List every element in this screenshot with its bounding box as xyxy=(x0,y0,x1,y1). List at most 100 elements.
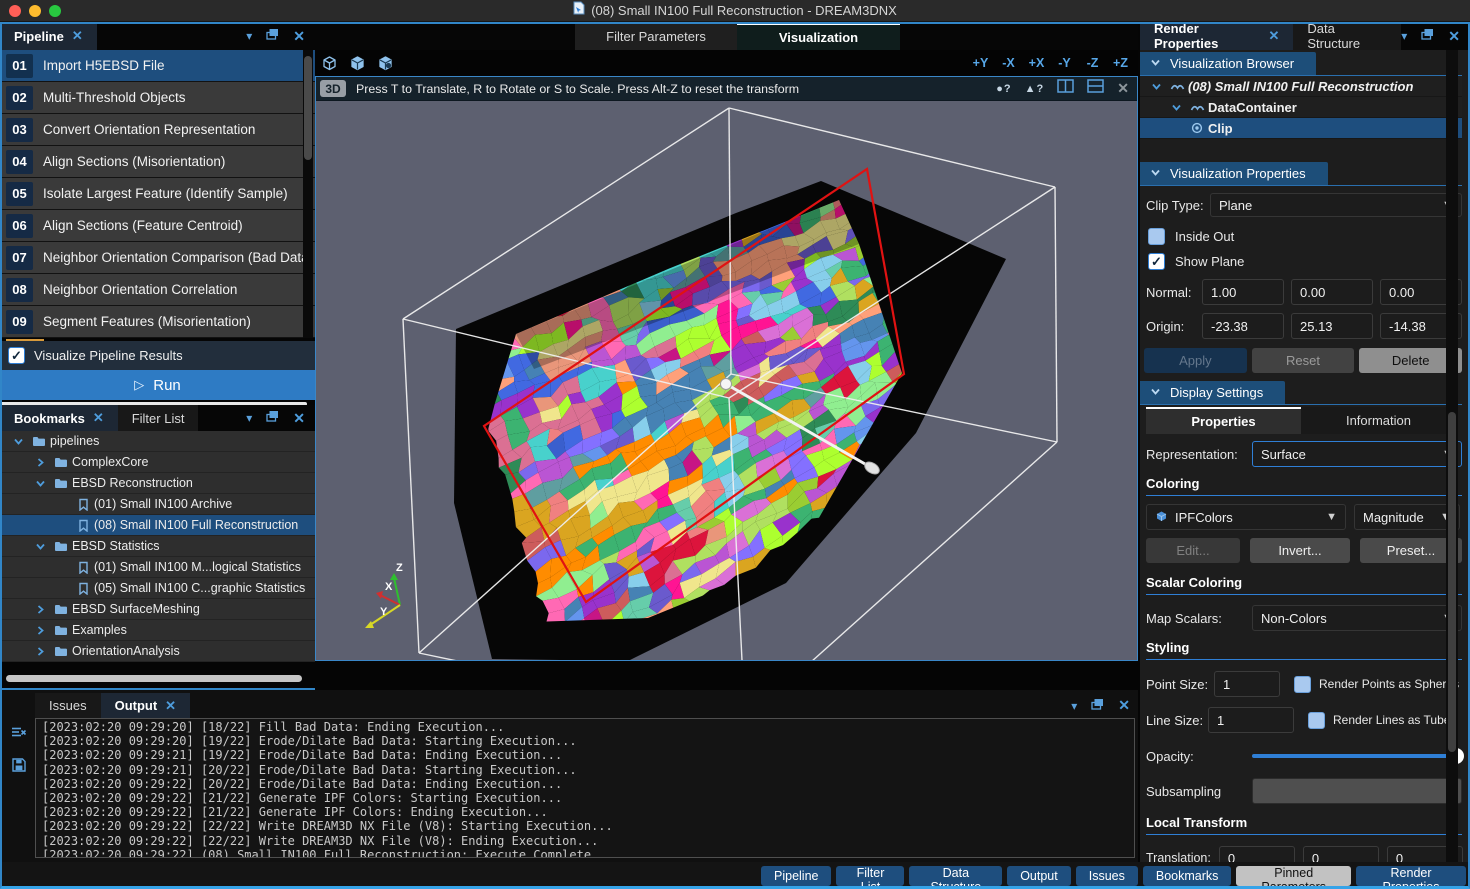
camera-plusy-button[interactable]: +Y xyxy=(971,56,990,70)
point-picking-help-icon[interactable]: ●? xyxy=(996,83,1011,95)
tab-filter-list[interactable]: Filter List xyxy=(118,405,199,431)
panel-float-icon[interactable] xyxy=(266,409,279,427)
close-tab-icon[interactable]: ✕ xyxy=(93,410,104,426)
window-close-button[interactable] xyxy=(9,5,21,17)
camera-fit-icon[interactable] xyxy=(343,54,371,72)
tree-bookmark-row[interactable]: (05) Small IN100 C...graphic Statistics xyxy=(0,578,315,599)
tab-bookmarks[interactable]: Bookmarks ✕ xyxy=(0,405,118,431)
point-size-field[interactable] xyxy=(1214,671,1280,697)
render-points-spheres-checkbox[interactable] xyxy=(1294,676,1311,693)
color-array-dropdown[interactable]: IPFColors ▼ xyxy=(1146,504,1346,530)
pipeline-step[interactable]: 02Multi-Threshold Objects xyxy=(0,82,315,114)
clip-type-dropdown[interactable]: Plane ▼ xyxy=(1210,193,1462,217)
render-lines-tubes-checkbox[interactable] xyxy=(1308,712,1325,729)
pipeline-step[interactable]: 05Isolate Largest Feature (Identify Samp… xyxy=(0,178,315,210)
toggle-data-structure-button[interactable]: Data Structure xyxy=(909,866,1002,886)
toggle-issues-button[interactable]: Issues xyxy=(1076,866,1138,886)
tree-folder-row[interactable]: EBSD Statistics xyxy=(0,536,315,557)
subsampling-spinner[interactable]: ▲ ▼ xyxy=(1252,778,1462,804)
tree-bookmark-row[interactable]: (08) Small IN100 Full Reconstruction xyxy=(0,515,315,536)
translation-x-field[interactable] xyxy=(1219,846,1295,862)
panel-float-icon[interactable] xyxy=(266,27,279,45)
tree-bookmark-row[interactable]: (01) Small IN100 M...logical Statistics xyxy=(0,557,315,578)
panel-menu-icon[interactable]: ▾ xyxy=(246,411,252,425)
tab-render-properties[interactable]: Render Properties ✕ xyxy=(1140,22,1293,50)
panel-float-icon[interactable] xyxy=(1421,27,1434,45)
chevron-down-icon[interactable] xyxy=(30,541,50,552)
opacity-slider[interactable] xyxy=(1252,748,1462,764)
camera-reset-icon[interactable] xyxy=(315,54,343,72)
camera-rotate-icon[interactable] xyxy=(371,54,399,72)
visualize-pipeline-results-row[interactable]: ✓ Visualize Pipeline Results xyxy=(0,341,315,370)
panel-menu-icon[interactable]: ▾ xyxy=(1401,29,1407,43)
browser-tree-row[interactable]: DataContainer xyxy=(1140,97,1462,118)
toggle-pipeline-button[interactable]: Pipeline xyxy=(761,866,831,886)
pipeline-step[interactable]: 03Convert Orientation Representation xyxy=(0,114,315,146)
split-horizontal-icon[interactable] xyxy=(1087,79,1104,98)
tab-issues[interactable]: Issues xyxy=(35,693,101,718)
origin-x-field[interactable] xyxy=(1202,313,1284,339)
camera-plusz-button[interactable]: +Z xyxy=(1111,56,1130,70)
eye-visible-icon[interactable] xyxy=(1186,122,1208,134)
apply-button[interactable]: Apply xyxy=(1144,348,1247,373)
line-size-field[interactable] xyxy=(1208,707,1294,733)
render-panel-scrollbar[interactable] xyxy=(1446,50,1458,862)
toggle-render-properties-button[interactable]: Render Properties xyxy=(1356,866,1466,886)
translation-y-field[interactable] xyxy=(1303,846,1379,862)
tab-filter-parameters[interactable]: Filter Parameters xyxy=(575,22,737,50)
browser-tree-row[interactable]: Clip xyxy=(1140,118,1462,139)
tab-display-information[interactable]: Information xyxy=(1301,407,1456,434)
chevron-down-icon[interactable] xyxy=(30,478,50,489)
tab-pipeline[interactable]: Pipeline ✕ xyxy=(0,22,97,50)
pipeline-step[interactable]: 01Import H5EBSD File xyxy=(0,50,315,82)
camera-plusx-button[interactable]: +X xyxy=(1027,56,1046,70)
tab-visualization[interactable]: Visualization xyxy=(737,22,900,50)
representation-dropdown[interactable]: Surface ▼ xyxy=(1252,441,1462,467)
pipeline-step[interactable]: 08Neighbor Orientation Correlation xyxy=(0,274,315,306)
render-viewport[interactable]: Z X Y xyxy=(316,101,1137,660)
normal-x-field[interactable] xyxy=(1202,279,1284,305)
chevron-down-icon[interactable] xyxy=(8,436,28,447)
output-console[interactable]: [2023:02:20 09:29:20] [18/22] Fill Bad D… xyxy=(35,718,1135,858)
chevron-right-icon[interactable] xyxy=(30,625,50,636)
tree-folder-row[interactable]: EBSD Reconstruction xyxy=(0,473,315,494)
pipeline-step[interactable]: 06Align Sections (Feature Centroid) xyxy=(0,210,315,242)
chevron-right-icon[interactable] xyxy=(30,604,50,615)
tree-bookmark-row[interactable]: (01) Small IN100 Archive xyxy=(0,494,315,515)
visualization-browser-header[interactable]: Visualization Browser xyxy=(1140,52,1462,76)
display-settings-header[interactable]: Display Settings xyxy=(1140,381,1462,405)
chevron-right-icon[interactable] xyxy=(30,457,50,468)
camera-minusy-button[interactable]: -Y xyxy=(1055,56,1074,70)
tree-folder-row[interactable]: Examples xyxy=(0,620,315,641)
toggle-output-button[interactable]: Output xyxy=(1007,866,1071,886)
run-button[interactable]: ▷ Run xyxy=(0,370,315,400)
toggle-filter-list-button[interactable]: Filter List xyxy=(836,866,904,886)
close-tab-icon[interactable]: ✕ xyxy=(1268,28,1279,44)
cell-picking-help-icon[interactable]: ▲? xyxy=(1025,83,1045,95)
toggle-bookmarks-button[interactable]: Bookmarks xyxy=(1143,866,1232,886)
camera-minusx-button[interactable]: -X xyxy=(999,56,1018,70)
reset-button[interactable]: Reset xyxy=(1252,348,1355,373)
invert-colors-button[interactable]: Invert... xyxy=(1250,538,1350,563)
panel-close-icon[interactable]: ✕ xyxy=(293,28,305,45)
pipeline-scrollbar[interactable] xyxy=(303,50,313,338)
normal-y-field[interactable] xyxy=(1291,279,1373,305)
panel-close-icon[interactable]: ✕ xyxy=(293,410,305,427)
tree-folder-row[interactable]: OrientationAnalysis xyxy=(0,641,315,662)
tab-output[interactable]: Output ✕ xyxy=(101,693,191,718)
clear-output-icon[interactable] xyxy=(11,726,27,744)
show-plane-checkbox[interactable]: ✓ xyxy=(1148,253,1165,270)
panel-close-icon[interactable]: ✕ xyxy=(1118,697,1130,714)
origin-y-field[interactable] xyxy=(1291,313,1373,339)
tab-data-structure[interactable]: Data Structure xyxy=(1293,22,1401,50)
panel-menu-icon[interactable]: ▾ xyxy=(246,29,252,43)
inside-out-checkbox[interactable] xyxy=(1148,228,1165,245)
toggle-pinned-parameters-button[interactable]: Pinned Parameters xyxy=(1236,866,1351,886)
visualization-properties-header[interactable]: Visualization Properties xyxy=(1140,162,1462,186)
browser-tree-row[interactable]: (08) Small IN100 Full Reconstruction xyxy=(1140,76,1462,97)
component-dropdown[interactable]: Magnitude ▼ xyxy=(1354,504,1460,530)
split-vertical-icon[interactable] xyxy=(1057,79,1074,98)
panel-close-icon[interactable]: ✕ xyxy=(1448,28,1460,45)
edit-colors-button[interactable]: Edit... xyxy=(1146,538,1240,563)
chevron-right-icon[interactable] xyxy=(30,646,50,657)
